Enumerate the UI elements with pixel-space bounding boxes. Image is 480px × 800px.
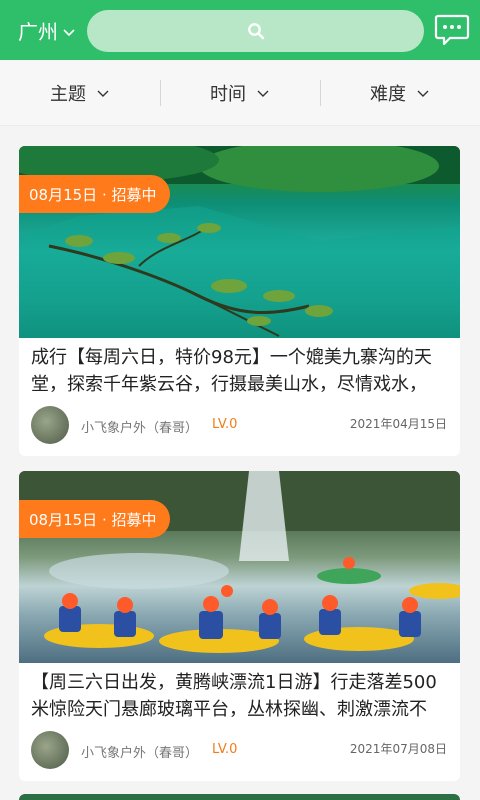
event-title[interactable]: 成行【每周六日，特价98元】一个媲美九寨沟的天堂，探索千年紫云谷，行摄最美山水，… xyxy=(19,338,460,400)
author-name[interactable]: 小飞象户外（春哥） xyxy=(81,417,198,436)
filter-theme[interactable]: 主题 xyxy=(0,60,160,125)
filter-label: 难度 xyxy=(370,83,406,105)
chevron-down-icon xyxy=(63,28,75,36)
filter-difficulty[interactable]: 难度 xyxy=(320,60,480,125)
author-name[interactable]: 小飞象户外（春哥） xyxy=(81,742,198,761)
filter-label: 主题 xyxy=(50,83,86,105)
event-meta: 小飞象户外（春哥） LV.0 2021年04月15日 xyxy=(19,400,460,456)
search-icon xyxy=(247,23,264,40)
chevron-down-icon xyxy=(257,90,269,97)
filter-label: 时间 xyxy=(210,83,246,105)
avatar[interactable] xyxy=(31,406,69,444)
chat-bubble-icon[interactable] xyxy=(434,12,470,48)
event-meta: 小飞象户外（春哥） LV.0 2021年07月08日 xyxy=(19,725,460,781)
author-level: LV.0 xyxy=(212,417,238,432)
event-card-partial[interactable] xyxy=(19,794,460,800)
event-title[interactable]: 【周三六日出发，黄腾峡漂流1日游】行走落差500米惊险天门悬廊玻璃平台，丛林探幽… xyxy=(19,663,460,725)
recruiting-badge: 08月15日 · 招募中 xyxy=(19,500,171,538)
event-card[interactable]: 08月15日 · 招募中 【周三六日出发，黄腾峡漂流1日游】行走落差500米惊险… xyxy=(19,471,460,781)
event-image: 08月15日 · 招募中 xyxy=(19,146,460,338)
search-bar[interactable] xyxy=(87,10,424,52)
post-date: 2021年07月08日 xyxy=(349,742,447,756)
recruiting-badge: 08月15日 · 招募中 xyxy=(19,175,171,213)
event-image: 08月15日 · 招募中 xyxy=(19,471,460,663)
event-card[interactable]: 08月15日 · 招募中 成行【每周六日，特价98元】一个媲美九寨沟的天堂，探索… xyxy=(19,146,460,456)
avatar[interactable] xyxy=(31,731,69,769)
filter-bar: 主题 时间 难度 xyxy=(0,60,480,126)
city-label: 广州 xyxy=(18,20,58,44)
chevron-down-icon xyxy=(97,90,109,97)
author-level: LV.0 xyxy=(212,742,238,757)
city-selector[interactable]: 广州 xyxy=(18,16,76,45)
chevron-down-icon xyxy=(417,90,429,97)
post-date: 2021年04月15日 xyxy=(349,417,447,431)
top-bar: 广州 xyxy=(0,0,480,60)
filter-time[interactable]: 时间 xyxy=(160,60,320,125)
